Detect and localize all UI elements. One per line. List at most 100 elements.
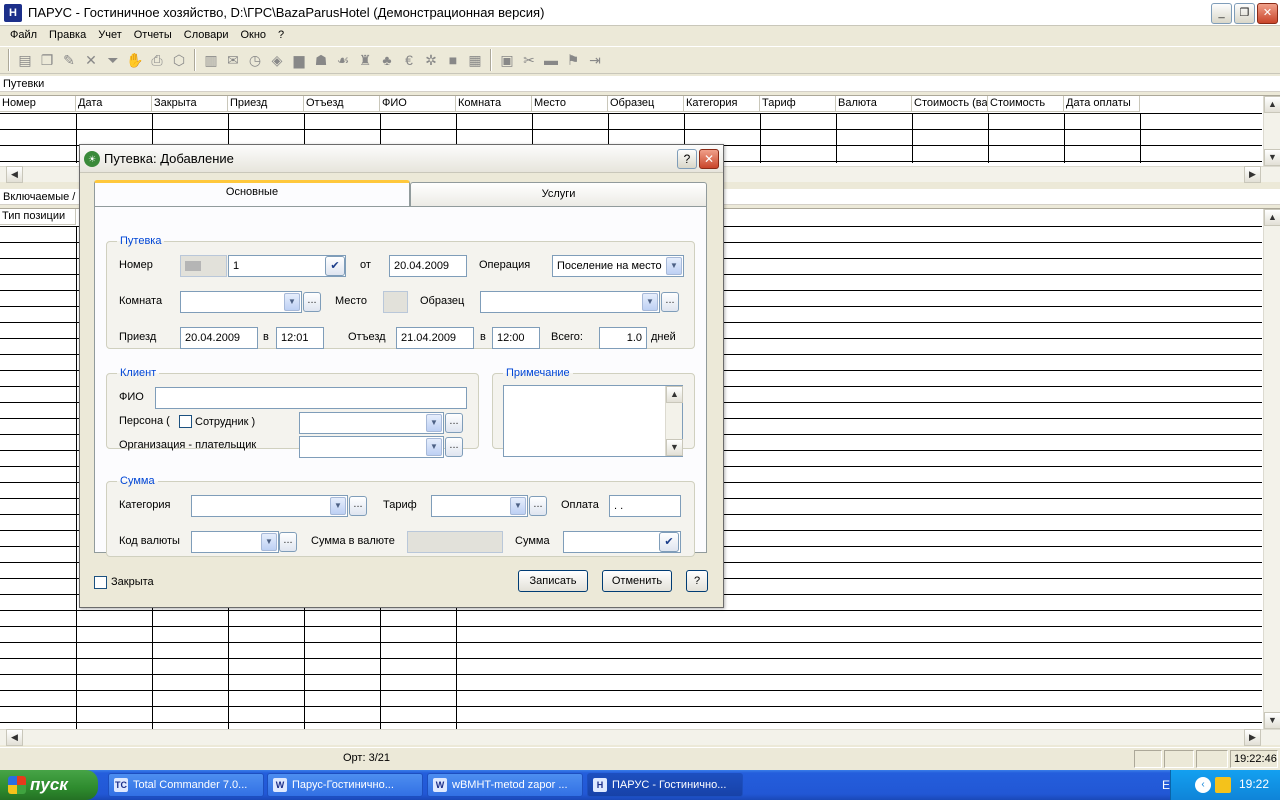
org-browse-button[interactable]: ... xyxy=(445,437,463,457)
vsego-field[interactable]: 1.0 xyxy=(599,327,647,349)
block-icon[interactable]: ■ xyxy=(444,51,462,69)
maximize-button[interactable]: ❐ xyxy=(1234,3,1255,24)
closed-checkbox[interactable] xyxy=(94,576,107,589)
col-header-cost[interactable]: Стоимость xyxy=(988,96,1064,112)
cup-icon[interactable]: ♜ xyxy=(356,51,374,69)
tarif-browse-button[interactable]: ... xyxy=(529,496,547,516)
tab-services[interactable]: Услуги xyxy=(410,182,707,206)
help-button[interactable]: ? xyxy=(686,570,708,592)
col-header-nomer[interactable]: Номер xyxy=(0,96,76,112)
scroll-right-icon[interactable]: ▶ xyxy=(1244,729,1261,746)
note-vscroll[interactable]: ▲ ▼ xyxy=(665,386,683,456)
scroll-up-icon[interactable]: ▲ xyxy=(666,386,683,403)
package-icon[interactable]: ⬡ xyxy=(170,51,188,69)
menu-help[interactable]: ? xyxy=(272,29,290,41)
included-vscroll[interactable]: ▲ ▼ xyxy=(1263,209,1280,729)
category-browse-button[interactable]: ... xyxy=(349,496,367,516)
oplata-date-field[interactable]: . . xyxy=(609,495,681,517)
task-total-commander[interactable]: TC Total Commander 7.0... xyxy=(108,773,264,797)
col-header-place[interactable]: Место xyxy=(532,96,608,112)
scroll-left-icon[interactable]: ◀ xyxy=(6,166,23,183)
tarif-select[interactable]: ▼ xyxy=(431,495,528,517)
scroll-left-icon[interactable]: ◀ xyxy=(6,729,23,746)
col-header-currency[interactable]: Валюта xyxy=(836,96,912,112)
envelope-icon[interactable]: ✉ xyxy=(224,51,242,69)
included-hscroll[interactable]: ◀ ▶ xyxy=(0,729,1280,746)
task-word-metod[interactable]: W wBMHT-metod zapor ... xyxy=(427,773,583,797)
run-icon[interactable]: ⚑ xyxy=(564,51,582,69)
persona-browse-button[interactable]: ... xyxy=(445,413,463,433)
menu-dictionaries[interactable]: Словари xyxy=(178,29,235,41)
ot-date-field[interactable]: 20.04.2009 xyxy=(389,255,467,277)
col-header-position-type[interactable]: Тип позиции xyxy=(0,209,76,225)
col-header-departure[interactable]: Отъезд xyxy=(304,96,380,112)
door-icon[interactable]: ⇥ xyxy=(586,51,604,69)
print-icon[interactable]: ⎙ xyxy=(148,51,166,69)
chevron-down-icon[interactable]: ▼ xyxy=(330,497,346,515)
copy-record-icon[interactable]: ❐ xyxy=(38,51,56,69)
scroll-down-icon[interactable]: ▼ xyxy=(666,439,683,456)
col-header-cost-currency[interactable]: Стоимость (ва xyxy=(912,96,988,112)
putevki-vscroll[interactable]: ▲ ▼ xyxy=(1263,96,1280,166)
layers-icon[interactable]: ◈ xyxy=(268,51,286,69)
category-select[interactable]: ▼ xyxy=(191,495,348,517)
nomer-confirm-button[interactable]: ✔ xyxy=(325,256,345,276)
operation-select[interactable]: Поселение на место ▼ xyxy=(552,255,684,277)
chart-icon[interactable]: ▦ xyxy=(466,51,484,69)
menu-file[interactable]: Файл xyxy=(4,29,43,41)
col-header-date[interactable]: Дата xyxy=(76,96,152,112)
chevron-down-icon[interactable]: ▼ xyxy=(426,438,442,456)
menu-edit[interactable]: Правка xyxy=(43,29,92,41)
col-header-fio[interactable]: ФИО xyxy=(380,96,456,112)
chevron-down-icon[interactable]: ▼ xyxy=(642,293,658,311)
hand-icon[interactable]: ✋ xyxy=(126,51,144,69)
gear-icon[interactable]: ✲ xyxy=(422,51,440,69)
menu-reports[interactable]: Отчеты xyxy=(128,29,178,41)
org-select[interactable]: ▼ xyxy=(299,436,444,458)
col-header-room[interactable]: Комната xyxy=(456,96,532,112)
euro-icon[interactable]: € xyxy=(400,51,418,69)
document-icon[interactable]: ▥ xyxy=(202,51,220,69)
tray-arrow-icon[interactable]: ‹ xyxy=(1195,777,1211,793)
edit-record-icon[interactable]: ✎ xyxy=(60,51,78,69)
currency-select[interactable]: ▼ xyxy=(191,531,279,553)
task-word-parus[interactable]: W Парус-Гостинично... xyxy=(267,773,423,797)
priezd-time-field[interactable]: 12:01 xyxy=(276,327,324,349)
hands-icon[interactable]: ☙ xyxy=(334,51,352,69)
scroll-down-icon[interactable]: ▼ xyxy=(1264,712,1280,729)
chevron-down-icon[interactable]: ▼ xyxy=(426,414,442,432)
sum-confirm-button[interactable]: ✔ xyxy=(659,532,679,552)
minimize-button[interactable]: _ xyxy=(1211,3,1232,24)
scroll-right-icon[interactable]: ▶ xyxy=(1244,166,1261,183)
tree-icon[interactable]: ♣ xyxy=(378,51,396,69)
stamp-icon[interactable]: ▆ xyxy=(290,51,308,69)
tab-main[interactable]: Основные xyxy=(94,180,410,206)
scroll-down-icon[interactable]: ▼ xyxy=(1264,149,1280,166)
komnata-select[interactable]: ▼ xyxy=(180,291,302,313)
nomer-prefix-field[interactable] xyxy=(180,255,227,277)
task-parus-active[interactable]: H ПАРУС - Гостинично... xyxy=(587,773,743,797)
calculator-icon[interactable]: ▣ xyxy=(498,51,516,69)
fio-field[interactable] xyxy=(155,387,467,409)
priezd-date-field[interactable]: 20.04.2009 xyxy=(180,327,258,349)
obrazec-select[interactable]: ▼ xyxy=(480,291,660,313)
close-button[interactable]: ✕ xyxy=(1257,3,1278,24)
tray-app-icon[interactable] xyxy=(1215,777,1231,793)
scroll-up-icon[interactable]: ▲ xyxy=(1264,209,1280,226)
chevron-down-icon[interactable]: ▼ xyxy=(666,257,682,275)
dialog-close-icon[interactable]: ✕ xyxy=(699,149,719,169)
note-textarea[interactable]: ▲ ▼ xyxy=(503,385,683,457)
tray-clock[interactable]: 19:22 xyxy=(1239,777,1269,791)
col-header-payment-date[interactable]: Дата оплаты xyxy=(1064,96,1140,112)
col-header-closed[interactable]: Закрыта xyxy=(152,96,228,112)
persona-select[interactable]: ▼ xyxy=(299,412,444,434)
menu-window[interactable]: Окно xyxy=(234,29,272,41)
chevron-down-icon[interactable]: ▼ xyxy=(510,497,526,515)
cancel-button[interactable]: Отменить xyxy=(602,570,672,592)
chevron-down-icon[interactable]: ▼ xyxy=(284,293,300,311)
col-header-category[interactable]: Категория xyxy=(684,96,760,112)
clock-icon[interactable]: ◷ xyxy=(246,51,264,69)
sotrudnik-checkbox[interactable] xyxy=(179,415,192,428)
dialog-help-icon[interactable]: ? xyxy=(677,149,697,169)
otezd-time-field[interactable]: 12:00 xyxy=(492,327,540,349)
